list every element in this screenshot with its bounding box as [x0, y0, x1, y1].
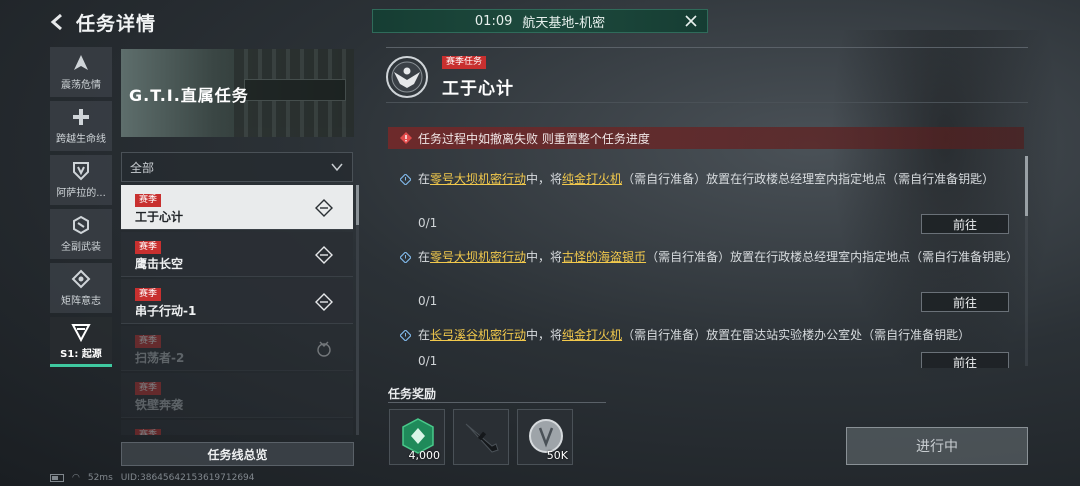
rifle-icon [465, 423, 499, 453]
objective-progress: 0/1 [418, 354, 438, 368]
mission-line-banner: G.T.I.直属任务 [121, 49, 354, 137]
reward-amount: 4,000 [408, 449, 441, 462]
banner-title: G.T.I.直属任务 [129, 86, 249, 105]
diamond-icon [71, 269, 91, 289]
diamond-target-icon [315, 293, 333, 311]
chevron-emblem-icon [71, 323, 91, 342]
location-link[interactable]: 零号大坝机密行动 [430, 172, 526, 186]
eagle-emblem-icon [386, 56, 428, 98]
page-title: 任务详情 [76, 12, 157, 35]
info-icon [400, 252, 411, 263]
timer-location: 航天基地-机密 [522, 15, 606, 31]
ping-value: 52ms [87, 473, 113, 483]
season-badge: 赛季 [135, 335, 162, 348]
objective-item: 在长弓溪谷机密行动中，将纯金打火机（需自行准备）放置在雷达站实验楼办公室处（需自… [388, 326, 1024, 368]
task-filter-dropdown[interactable]: 全部 [121, 152, 353, 182]
info-icon [400, 330, 411, 341]
mission-title: 工于心计 [442, 79, 514, 99]
rail-item-asala[interactable]: 阿萨拉的... [50, 155, 112, 205]
location-link[interactable]: 零号大坝机密行动 [430, 250, 526, 264]
item-link[interactable]: 纯金打火机 [562, 328, 622, 342]
list-item[interactable]: 赛季 鹰击长空 [121, 232, 353, 277]
list-item[interactable]: 赛季 扫荡者-2 [121, 326, 353, 371]
objectives-scrollbar[interactable] [1025, 156, 1028, 366]
back-button[interactable]: 任务详情 [48, 8, 156, 36]
location-link[interactable]: 长弓溪谷机密行动 [430, 328, 526, 342]
objectives-list: 在零号大坝机密行动中，将纯金打火机（需自行准备）放置在行政楼总经理室内指定地点（… [388, 170, 1024, 368]
fail-warning-banner: 任务过程中如撤离失败 则重置整个任务进度 [388, 127, 1024, 149]
scroll-thumb[interactable] [1025, 156, 1028, 216]
objective-item: 在零号大坝机密行动中，将纯金打火机（需自行准备）放置在行政楼总经理室内指定地点（… [388, 170, 1024, 248]
warning-icon [400, 132, 412, 144]
warning-text: 任务过程中如撤离失败 则重置整个任务进度 [418, 131, 650, 146]
objective-item: 在零号大坝机密行动中，将古怪的海盗银币（需自行准备）放置在行政楼总经理室内指定地… [388, 248, 1024, 326]
list-item[interactable]: 赛季 [121, 420, 353, 435]
go-button[interactable]: 前往 [921, 292, 1009, 312]
season-badge: 赛季 [135, 241, 162, 254]
season-badge: 赛季 [135, 429, 162, 435]
diamond-target-icon [315, 199, 333, 217]
reward-currency[interactable]: 4,000 [389, 409, 445, 465]
list-item[interactable]: 赛季 工于心计 [121, 185, 353, 230]
timer-time: 01:09 [474, 13, 513, 29]
reward-weapon[interactable] [453, 409, 509, 465]
close-icon[interactable] [683, 13, 699, 29]
item-link[interactable]: 纯金打火机 [562, 172, 622, 186]
go-button[interactable]: 前往 [921, 214, 1009, 234]
item-link[interactable]: 古怪的海盗银币 [562, 250, 646, 264]
wifi-icon: ◠ [72, 473, 80, 483]
season-badge: 赛季 [135, 194, 162, 207]
in-progress-button[interactable]: 进行中 [846, 427, 1028, 465]
rail-item-armed[interactable]: 全副武装 [50, 209, 112, 259]
task-name: 扫荡者-2 [135, 351, 185, 365]
reward-amount: 50K [546, 449, 568, 462]
objective-progress: 0/1 [418, 216, 438, 230]
rewards-title: 任务奖励 [388, 387, 437, 401]
filter-selected: 全部 [130, 160, 155, 175]
rail-item-s1-origin[interactable]: S1: 起源 [50, 317, 112, 367]
status-bar: ◠ 52ms UID:3864564215361971269​4 [50, 473, 255, 483]
rail-item-shock-crisis[interactable]: 震荡危情 [50, 47, 112, 97]
season-badge: 赛季 [135, 382, 162, 395]
mission-line-rail: 震荡危情 跨越生命线 阿萨拉的... 全副武装 矩阵意志 S1: 起源 [50, 47, 112, 371]
task-list-scrollbar[interactable] [356, 185, 359, 435]
plus-icon [73, 109, 89, 125]
shield-icon [73, 162, 89, 181]
chevron-down-icon [331, 163, 343, 172]
rail-item-matrix[interactable]: 矩阵意志 [50, 263, 112, 313]
task-name: 工于心计 [135, 210, 184, 224]
reward-silver[interactable]: 50K [517, 409, 573, 465]
info-icon [400, 174, 411, 185]
rewards-divider [388, 402, 606, 403]
scroll-thumb[interactable] [356, 185, 359, 225]
season-mission-badge: 赛季任务 [442, 56, 487, 69]
title-divider [386, 102, 1028, 103]
back-arrow-icon [50, 13, 62, 31]
match-timer-bar: 01:09 航天基地-机密 [372, 9, 708, 33]
rail-item-lifeline[interactable]: 跨越生命线 [50, 101, 112, 151]
locked-medal-icon [317, 341, 331, 357]
triangle-emblem-icon [74, 55, 88, 70]
objective-progress: 0/1 [418, 294, 438, 308]
go-button[interactable]: 前往 [921, 352, 1009, 368]
battery-icon [50, 474, 64, 482]
task-name: 鹰击长空 [135, 257, 184, 271]
task-line-overview-button[interactable]: 任务线总览 [121, 442, 354, 466]
diamond-target-icon [315, 246, 333, 264]
season-badge: 赛季 [135, 288, 162, 301]
uid-text: UID:3864564215361971269​4 [120, 473, 255, 483]
task-name: 铁壁奔袭 [135, 398, 184, 412]
task-list: 赛季 工于心计 赛季 鹰击长空 赛季 串子行动-1 赛季 扫荡者-2 赛季 铁壁… [121, 185, 353, 435]
list-item[interactable]: 赛季 串子行动-1 [121, 279, 353, 324]
crate-illustration [234, 49, 354, 137]
hexagon-icon [73, 215, 89, 235]
detail-top-divider [386, 47, 1028, 48]
list-item[interactable]: 赛季 铁壁奔袭 [121, 373, 353, 418]
task-name: 串子行动-1 [135, 304, 197, 318]
